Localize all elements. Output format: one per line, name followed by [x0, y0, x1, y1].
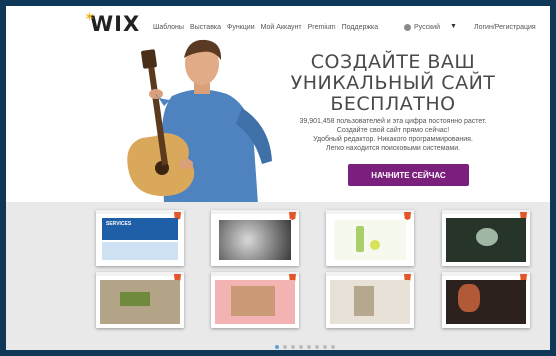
browser-frame: ✶ WIX Шаблоны Выставка Функции Мой Аккау… — [6, 6, 550, 350]
logo-text: WIX — [90, 12, 141, 36]
menu-item-my-account[interactable]: Мой Аккаунт — [261, 24, 302, 31]
menu-item-templates[interactable]: Шаблоны — [153, 24, 184, 31]
menu-item-features[interactable]: Функции — [227, 24, 255, 31]
gallery-pagination — [275, 345, 335, 349]
template-thumbnail-6[interactable] — [211, 272, 299, 328]
pagination-dot-6[interactable] — [315, 345, 319, 349]
login-link[interactable]: Логин/Регистрация — [474, 24, 536, 31]
pagination-dot-2[interactable] — [283, 345, 287, 349]
hero-title-line-3: БЕСПЛАТНО — [330, 93, 456, 115]
template-thumbnail-3[interactable] — [326, 210, 414, 266]
template-thumbnail-5[interactable] — [96, 272, 184, 328]
hero-subtitle-line-4: Легко находится поисковыми системами. — [325, 145, 461, 152]
template-thumbnail-4[interactable] — [442, 210, 530, 266]
template-thumbnail-8[interactable] — [442, 272, 530, 328]
pagination-dot-8[interactable] — [331, 345, 335, 349]
hero-title: СОЗДАЙТЕ ВАШ УНИКАЛЬНЫЙ САЙТ БЕСПЛАТНО — [268, 52, 518, 115]
menu-item-exhibition[interactable]: Выставка — [190, 24, 221, 31]
html5-icon — [404, 212, 411, 220]
template-thumbnail-1[interactable]: SERVICES — [96, 210, 184, 266]
pagination-dot-7[interactable] — [323, 345, 327, 349]
wix-logo[interactable]: ✶ WIX — [84, 10, 141, 36]
hero-title-line-2: УНИКАЛЬНЫЙ САЙТ — [290, 72, 496, 94]
hero-man-with-guitar-image — [127, 39, 272, 204]
hero-subtitle: 39,901,458 пользователей и эта цифра пос… — [268, 117, 518, 153]
pagination-dot-4[interactable] — [299, 345, 303, 349]
hero-title-line-1: СОЗДАЙТЕ ВАШ — [310, 51, 476, 73]
menu-item-support[interactable]: Поддержка — [342, 24, 379, 31]
start-now-button[interactable]: НАЧНИТЕ СЕЙЧАС — [348, 164, 469, 186]
html5-icon — [289, 212, 296, 220]
dropdown-arrow-icon[interactable]: ▼ — [450, 23, 457, 30]
globe-icon — [404, 24, 411, 31]
main-menu: Шаблоны Выставка Функции Мой Аккаунт Pre… — [153, 24, 378, 31]
hero-subtitle-line-1: 39,901,458 пользователей и эта цифра пос… — [299, 118, 487, 125]
template-thumbnail-2[interactable] — [211, 210, 299, 266]
hero-subtitle-line-2: Создайте свой сайт прямо сейчас! — [336, 127, 450, 134]
hero-subtitle-line-3: Удобный редактор. Никакого программирова… — [313, 136, 473, 143]
language-label: Русский — [414, 24, 440, 31]
language-selector[interactable]: Русский — [404, 24, 440, 31]
thumbnail-header-text: SERVICES — [106, 221, 132, 227]
pagination-dot-3[interactable] — [291, 345, 295, 349]
pagination-dot-1[interactable] — [275, 345, 279, 349]
logo-star-icon: ✶ — [84, 10, 96, 25]
menu-item-premium[interactable]: Premium — [308, 24, 336, 31]
template-thumbnail-7[interactable] — [326, 272, 414, 328]
pagination-dot-5[interactable] — [307, 345, 311, 349]
